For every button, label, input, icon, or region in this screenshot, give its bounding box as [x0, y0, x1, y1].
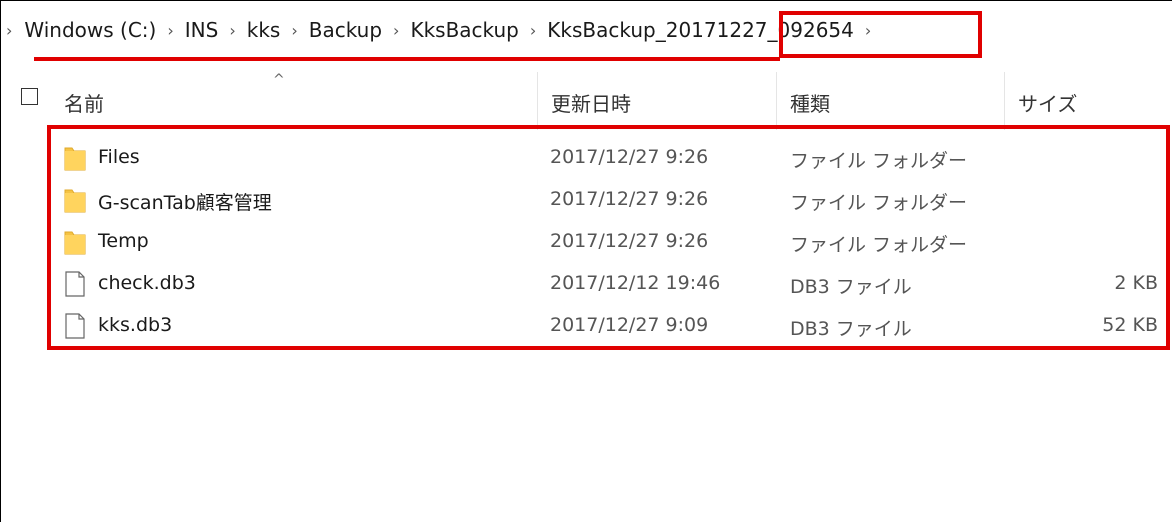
chevron-right-icon[interactable]: ›: [229, 21, 235, 40]
column-header-type[interactable]: 種類: [790, 88, 830, 117]
breadcrumb-item-backup[interactable]: Backup: [309, 18, 382, 42]
highlight-box-timestamp: [779, 11, 982, 58]
highlight-underline: [34, 57, 780, 61]
chevron-right-icon[interactable]: ›: [167, 21, 173, 40]
chevron-right-icon[interactable]: ›: [6, 21, 12, 40]
chevron-right-icon[interactable]: ›: [530, 21, 536, 40]
breadcrumb-item-drive[interactable]: Windows (C:): [24, 18, 156, 42]
chevron-right-icon[interactable]: ›: [291, 21, 297, 40]
breadcrumb-item-ins[interactable]: INS: [185, 18, 219, 42]
column-header-name[interactable]: 名前: [64, 88, 104, 117]
column-divider[interactable]: [1004, 72, 1005, 130]
column-divider[interactable]: [537, 72, 538, 130]
column-header-size[interactable]: サイズ: [1018, 88, 1077, 117]
sort-ascending-icon: ^: [273, 72, 285, 88]
breadcrumb[interactable]: › Windows (C:) › INS › kks › Backup › Kk…: [0, 0, 1173, 60]
column-header-modified[interactable]: 更新日時: [551, 88, 631, 117]
highlight-box-file-list: [47, 125, 1170, 350]
breadcrumb-item-kks[interactable]: kks: [247, 18, 281, 42]
breadcrumb-item-kksbackup[interactable]: KksBackup: [410, 18, 518, 42]
chevron-right-icon[interactable]: ›: [393, 21, 399, 40]
column-divider[interactable]: [776, 72, 777, 130]
select-all-checkbox[interactable]: [21, 88, 38, 105]
